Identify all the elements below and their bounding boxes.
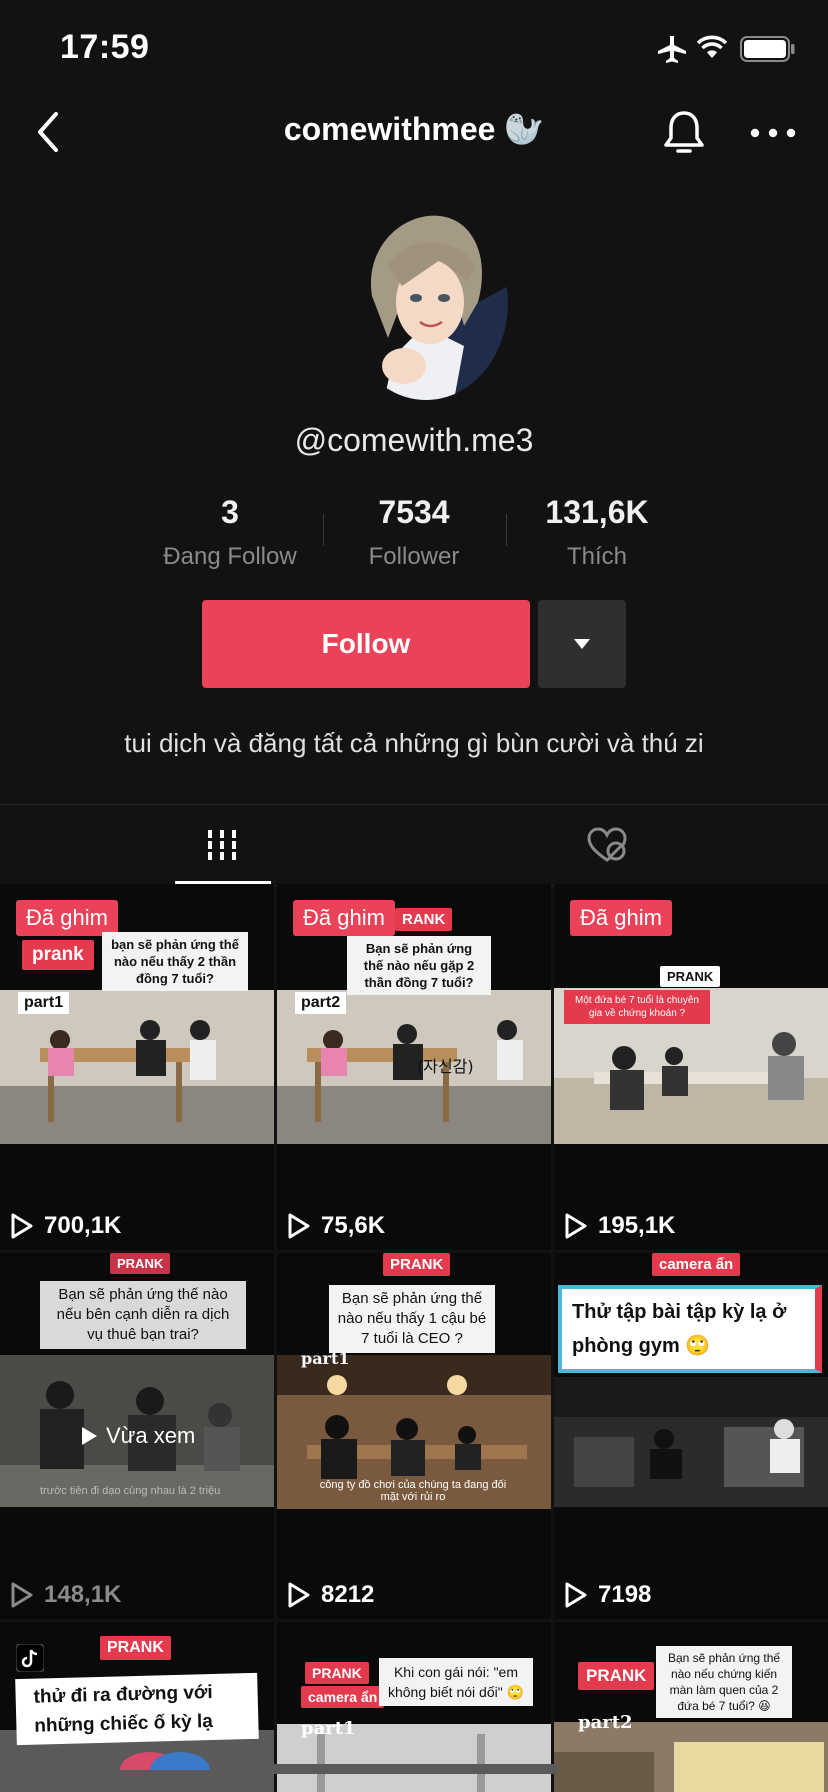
video-frame (554, 1377, 828, 1507)
video-caption: Bạn sẽ phản ứng thế nào nếu chứng kiến m… (656, 1646, 792, 1718)
caret-down-icon (574, 639, 590, 649)
video-caption: Khi con gái nói: "em không biết nói dối"… (379, 1658, 533, 1706)
view-count-value: 195,1K (598, 1212, 676, 1239)
view-count: 75,6K (287, 1212, 385, 1240)
video-thumbnail[interactable]: (자신감) Đã ghim RANK Bạn sẽ phản ứng thế n… (277, 884, 551, 1250)
username-handle: @comewith.me3 (294, 422, 534, 458)
video-thumbnail[interactable]: camera ẩn Thử tập bài tập kỳ lạ ở phòng … (554, 1253, 828, 1619)
pinned-badge: Đã ghim (570, 900, 672, 936)
following-count: 3 (221, 494, 239, 530)
view-count: 700,1K (10, 1212, 121, 1240)
svg-text:(자신감): (자신감) (417, 1057, 474, 1076)
profile-tabs (0, 804, 828, 886)
tab-videos[interactable] (0, 805, 414, 885)
tab-liked-videos[interactable] (414, 805, 828, 885)
video-caption: Thử tập bài tập kỳ lạ ở phòng gym 🙄 (558, 1285, 822, 1373)
suggested-accounts-button[interactable] (538, 600, 626, 688)
video-thumbnail[interactable]: Đã ghim PRANK Một đứa bé 7 tuổi là chuyê… (554, 884, 828, 1250)
follow-button[interactable]: Follow (202, 600, 530, 688)
video-caption: thử đi ra đường với những chiếc ố kỳ lạ (15, 1672, 259, 1746)
video-tag: PRANK (383, 1253, 451, 1276)
part-label: part1 (301, 1718, 356, 1739)
video-caption: Bạn sẽ phản ứng thế nào nếu thấy 1 cậu b… (329, 1285, 495, 1353)
video-caption: Một đứa bé 7 tuổi là chuyên gia về chứng… (564, 990, 710, 1024)
battery-icon (740, 36, 795, 62)
play-icon (288, 1582, 310, 1608)
view-count: 148,1K (10, 1581, 121, 1609)
likes-count: 131,6K (545, 494, 649, 530)
view-count-value: 8212 (321, 1581, 375, 1608)
pinned-badge: Đã ghim (16, 900, 118, 936)
part-label: part1 (18, 992, 70, 1014)
view-count: 7198 (564, 1581, 651, 1609)
video-thumbnail[interactable]: PRANK Bạn sẽ phản ứng thế nào nếu thấy 1… (277, 1253, 551, 1619)
part-label: part2 (578, 1712, 633, 1733)
video-thumbnail[interactable]: PRANK Bạn sẽ phản ứng thế nào nếu bên cạ… (0, 1253, 274, 1619)
play-icon (565, 1582, 587, 1608)
video-thumbnail[interactable]: Đã ghim prank bạn sẽ phản ứng thế nào nế… (0, 884, 274, 1250)
video-caption: Bạn sẽ phản ứng thế nào nếu bên cạnh diễ… (40, 1281, 246, 1349)
bell-icon[interactable] (662, 108, 706, 158)
play-icon (11, 1213, 33, 1239)
video-caption: bạn sẽ phản ứng thế nào nếu thấy 2 thần … (102, 932, 248, 991)
status-time: 17:59 (60, 28, 150, 66)
video-subtitle: trước tiên đi dạo cùng nhau là 2 triệu (40, 1485, 221, 1497)
more-icon[interactable] (748, 118, 798, 148)
view-count-value: 700,1K (44, 1212, 122, 1239)
pinned-badge: Đã ghim (293, 900, 395, 936)
home-indicator (270, 1764, 558, 1774)
part-label: part1 (301, 1349, 350, 1368)
bio: tui dịch và đăng tất cả những gì bùn cườ… (124, 728, 704, 758)
play-icon (565, 1213, 587, 1239)
airplane-icon (658, 36, 686, 63)
view-count: 8212 (287, 1581, 374, 1609)
video-thumbnail[interactable]: PRANK Bạn sẽ phản ứng thế nào nếu chứng … (554, 1622, 828, 1792)
video-subtitle: công ty đồ chơi của chúng ta đang đối mặ… (319, 1479, 507, 1503)
video-tag: PRANK (305, 1662, 369, 1684)
followers-count: 7534 (378, 494, 450, 530)
play-icon (11, 1582, 33, 1608)
avatar (344, 206, 508, 400)
following-label: Đang Follow (163, 543, 297, 570)
likes-stat[interactable]: 131,6K Thích (502, 494, 692, 571)
play-icon (288, 1213, 310, 1239)
wifi-icon (696, 35, 728, 58)
recently-watched: Vừa xem (80, 1423, 195, 1449)
likes-label: Thích (566, 543, 628, 570)
video-tag: PRANK (110, 1253, 171, 1274)
recently-watched-label: Vừa xem (106, 1423, 196, 1448)
video-tag-secondary: camera ẩn (301, 1686, 385, 1708)
video-thumbnail[interactable]: PRANK thử đi ra đường với những chiếc ố … (0, 1622, 274, 1792)
following-stat[interactable]: 3 Đang Follow (135, 494, 325, 571)
hidden-heart-icon (587, 827, 627, 862)
video-tag: prank (22, 940, 94, 970)
view-count-value: 75,6K (321, 1212, 386, 1239)
part-label: part2 (295, 992, 347, 1014)
video-caption: Bạn sẽ phản ứng thế nào nếu gặp 2 thần đ… (347, 936, 491, 995)
followers-stat[interactable]: 7534 Follower (319, 494, 509, 571)
video-tag: PRANK (660, 966, 721, 987)
play-icon (82, 1427, 97, 1445)
status-bar: 17:59 (0, 0, 828, 96)
view-count: 195,1K (564, 1212, 675, 1240)
video-tag: PRANK (578, 1662, 655, 1690)
tiktok-logo-icon (16, 1644, 44, 1672)
video-tag: RANK (395, 908, 453, 931)
view-count-value: 7198 (598, 1581, 652, 1608)
grid-icon (207, 830, 237, 860)
followers-label: Follower (368, 543, 460, 570)
view-count-value: 148,1K (44, 1581, 122, 1608)
video-tag: PRANK (100, 1636, 171, 1660)
video-tag: camera ẩn (652, 1253, 741, 1276)
